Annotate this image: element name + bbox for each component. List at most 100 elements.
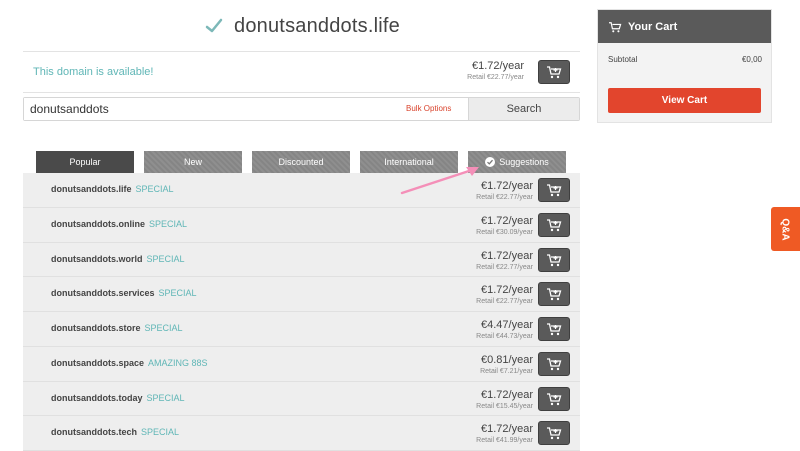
retail-price: Retail €15.45/year — [476, 402, 533, 410]
cart-icon — [609, 21, 622, 32]
price: €0.81/year — [481, 353, 533, 366]
add-to-cart-button[interactable] — [538, 247, 570, 272]
search-button[interactable]: Search — [468, 98, 579, 120]
availability-text: This domain is available! — [33, 66, 154, 78]
tab-international[interactable]: International — [360, 151, 458, 173]
tab-suggestions[interactable]: Suggestions — [468, 151, 566, 173]
promo-tag: SPECIAL — [135, 184, 174, 194]
add-to-cart-button[interactable] — [538, 212, 570, 237]
view-cart-button[interactable]: View Cart — [608, 88, 761, 113]
retail-price: Retail €22.77/year — [476, 298, 533, 306]
domain-name: donutsanddots.space AMAZING 88S — [51, 358, 208, 368]
promo-tag: SPECIAL — [158, 288, 197, 299]
promo-tag: SPECIAL — [144, 323, 183, 333]
tab-label: New — [183, 157, 202, 167]
cart-icon — [547, 288, 562, 301]
domain-text: donutsanddots.today — [51, 392, 143, 403]
tab-new[interactable]: New — [144, 151, 242, 173]
subtotal-label: Subtotal — [608, 55, 638, 64]
row-price: €1.72/year Retail €22.77/year — [476, 284, 533, 305]
retail-price: Retail €22.77/year — [467, 74, 524, 81]
cart-icon — [547, 184, 562, 197]
row-price: €1.72/year Retail €30.09/year — [476, 215, 533, 236]
retail-price: Retail €41.99/year — [476, 437, 533, 445]
subtotal-value: €0,00 — [741, 55, 762, 64]
add-to-cart-button[interactable] — [538, 351, 570, 376]
promo-tag: SPECIAL — [141, 427, 180, 438]
domain-name: donutsanddots.services SPECIAL — [51, 288, 197, 298]
check-icon — [205, 18, 223, 33]
add-to-cart-button[interactable] — [538, 178, 570, 202]
subtotal-row: Subtotal €0,00 — [608, 55, 762, 77]
retail-price: Retail €44.73/year — [476, 333, 533, 340]
tab-label: Discounted — [278, 157, 324, 167]
cart-title: Your Cart — [628, 20, 678, 33]
cart-icon — [547, 219, 562, 231]
list-item: donutsanddots.today SPECIAL €1.72/year Ret… — [23, 382, 580, 417]
cart-icon — [547, 253, 562, 266]
row-price: €1.72/year Retail €41.99/year — [476, 423, 533, 444]
retail-price: Retail €7.21/year — [480, 367, 533, 375]
price: €4.47/year — [481, 319, 533, 331]
qa-tab[interactable]: Q&A — [771, 207, 800, 251]
domain-text: donutsanddots.online — [51, 218, 145, 229]
cart-icon — [547, 427, 562, 440]
price: €1.72/year — [481, 388, 533, 401]
row-price: €1.72/year Retail €22.77/year — [476, 250, 533, 271]
domain-title: donutsanddots.life — [234, 14, 400, 37]
price: €1.72/year — [481, 180, 533, 192]
retail-price: Retail €30.09/year — [476, 228, 533, 236]
list-item: donutsanddots.life SPECIAL €1.72/year Reta… — [23, 173, 580, 208]
list-item: donutsanddots.world SPECIAL €1.72/year Ret… — [23, 243, 580, 278]
tab-label: International — [384, 157, 434, 167]
domain-text: donutsanddots.tech — [51, 427, 137, 438]
list-item: donutsanddots.store SPECIAL €4.47/year Ret… — [23, 312, 580, 347]
domain-name: donutsanddots.world SPECIAL — [51, 254, 185, 264]
domain-name: donutsanddots.store SPECIAL — [51, 323, 183, 333]
domain-name: donutsanddots.online SPECIAL — [51, 219, 187, 229]
search-bar: Bulk Options Search — [23, 97, 580, 121]
price: €1.72/year — [481, 284, 533, 297]
domain-name: donutsanddots.today SPECIAL — [51, 393, 185, 403]
domain-name: donutsanddots.tech SPECIAL — [51, 427, 179, 437]
row-price: €1.72/year Retail €22.77/year — [476, 180, 533, 201]
domain-text: donutsanddots.services — [51, 288, 155, 299]
retail-price: Retail €22.77/year — [476, 194, 533, 201]
add-to-cart-button[interactable] — [538, 60, 570, 84]
promo-tag: SPECIAL — [146, 392, 185, 403]
row-price: €4.47/year Retail €44.73/year — [476, 319, 533, 340]
tab-discounted[interactable]: Discounted — [252, 151, 350, 173]
price: €1.72/year — [481, 214, 533, 227]
availability-price: €1.72/year Retail €22.77/year — [467, 60, 524, 81]
qa-label: Q&A — [779, 217, 791, 241]
tab-label: Popular — [69, 157, 101, 167]
tab-popular[interactable]: Popular — [36, 151, 134, 173]
price: €1.72/year — [481, 423, 533, 436]
retail-price: Retail €22.77/year — [476, 263, 533, 271]
add-to-cart-button[interactable] — [538, 386, 570, 411]
cart-icon — [547, 392, 562, 405]
promo-tag: AMAZING 88S — [148, 357, 208, 368]
promo-tag: SPECIAL — [149, 218, 188, 229]
tab-label: Suggestions — [499, 157, 549, 167]
list-item: donutsanddots.online SPECIAL €1.72/year Re… — [23, 208, 580, 243]
domain-text: donutsanddots.space — [51, 357, 145, 368]
bulk-options-link[interactable]: Bulk Options — [406, 104, 451, 113]
search-input[interactable] — [24, 98, 468, 120]
row-price: €0.81/year Retail €7.21/year — [480, 354, 533, 375]
domain-text: donutsanddots.world — [51, 253, 143, 264]
cart-icon — [547, 323, 562, 336]
cart-panel: Your Cart Subtotal €0,00 View Cart — [597, 9, 772, 123]
add-to-cart-button[interactable] — [538, 317, 570, 341]
list-item: donutsanddots.tech SPECIAL €1.72/year Reta… — [23, 416, 580, 451]
row-price: €1.72/year Retail €15.45/year — [476, 389, 533, 410]
promo-tag: SPECIAL — [146, 253, 185, 264]
cart-icon — [547, 358, 562, 370]
results-list: donutsanddots.life SPECIAL €1.72/year Reta… — [23, 173, 580, 451]
add-to-cart-button[interactable] — [538, 282, 570, 307]
domain-name: donutsanddots.life SPECIAL — [51, 184, 174, 194]
list-item: donutsanddots.services SPECIAL €1.72/year… — [23, 277, 580, 312]
add-to-cart-button[interactable] — [538, 421, 570, 446]
domain-text: donutsanddots.life — [51, 184, 132, 194]
list-item: donutsanddots.space AMAZING 88S €0.81/yea… — [23, 347, 580, 382]
